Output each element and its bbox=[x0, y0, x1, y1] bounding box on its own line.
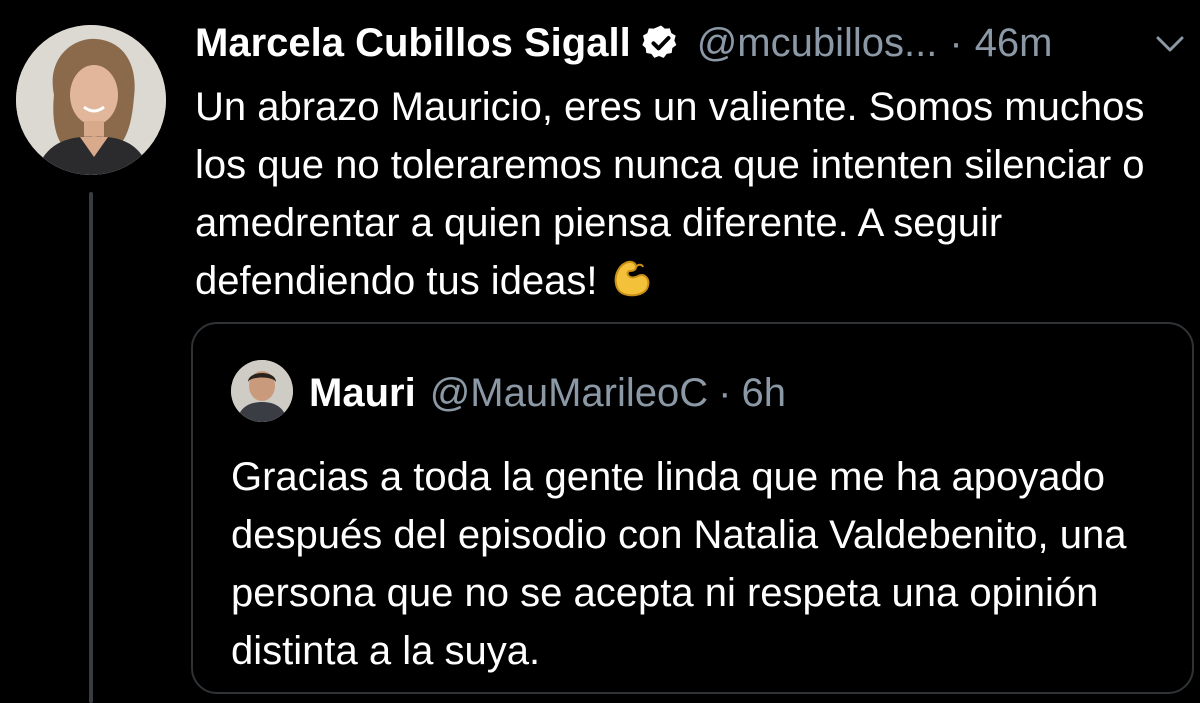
quoted-author-avatar[interactable] bbox=[231, 360, 293, 422]
chevron-down-icon[interactable] bbox=[1150, 26, 1190, 62]
author-display-name[interactable]: Marcela Cubillos Sigall bbox=[195, 18, 631, 68]
tweet: Marcela Cubillos Sigall @mcubillos... · … bbox=[0, 0, 1200, 703]
thread-connector-line bbox=[89, 192, 93, 703]
tweet-header: Marcela Cubillos Sigall @mcubillos... · … bbox=[195, 18, 1053, 68]
verified-badge-icon bbox=[641, 23, 681, 63]
author-handle[interactable]: @mcubillos... bbox=[697, 18, 938, 68]
quoted-header-separator: · bbox=[718, 370, 732, 415]
author-avatar[interactable] bbox=[16, 25, 166, 175]
flexed-biceps-icon bbox=[606, 254, 654, 302]
quoted-author-handle[interactable]: @MauMarileoC bbox=[430, 371, 708, 416]
quoted-tweet-card[interactable]: Mauri @MauMarileoC · 6h Gracias a toda l… bbox=[191, 322, 1194, 694]
tweet-timestamp[interactable]: 46m bbox=[975, 18, 1053, 68]
tweet-text: Un abrazo Mauricio, eres un valiente. So… bbox=[195, 85, 1145, 303]
quoted-tweet-timestamp[interactable]: 6h bbox=[741, 371, 786, 416]
header-separator: · bbox=[949, 21, 963, 65]
quoted-tweet-text: Gracias a toda la gente linda que me ha … bbox=[231, 455, 1127, 673]
tweet-body: Un abrazo Mauricio, eres un valiente. So… bbox=[195, 78, 1175, 310]
quoted-tweet-header: Mauri @MauMarileoC · 6h bbox=[309, 368, 786, 418]
quoted-author-display-name[interactable]: Mauri bbox=[309, 371, 416, 416]
